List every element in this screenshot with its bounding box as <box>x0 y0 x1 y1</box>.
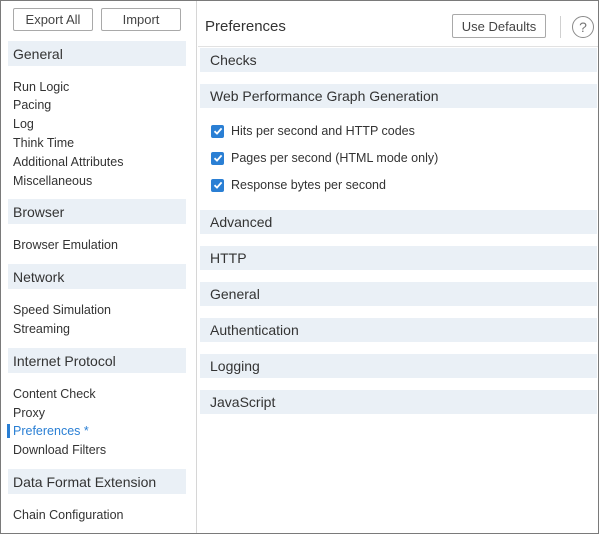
sidebar-section-general: General <box>8 41 186 66</box>
checkbox-checked-icon[interactable] <box>211 178 224 192</box>
use-defaults-button[interactable]: Use Defaults <box>452 14 546 38</box>
sidebar-item-download-filters[interactable]: Download Filters <box>13 443 106 457</box>
sidebar-item-run-logic[interactable]: Run Logic <box>13 80 69 94</box>
sidebar-item-additional-attributes[interactable]: Additional Attributes <box>13 155 124 169</box>
sidebar: Export All Import General Run Logic Paci… <box>1 1 197 533</box>
group-advanced[interactable]: Advanced <box>200 210 597 234</box>
group-general[interactable]: General <box>200 282 597 306</box>
group-checks[interactable]: Checks <box>200 48 597 72</box>
toolbar-divider <box>560 16 561 38</box>
sidebar-item-preferences[interactable]: Preferences * <box>13 424 89 438</box>
active-item-indicator <box>7 424 10 438</box>
preferences-window: Export All Import General Run Logic Paci… <box>0 0 599 534</box>
sidebar-item-browser-emulation[interactable]: Browser Emulation <box>13 238 118 252</box>
sidebar-item-miscellaneous[interactable]: Miscellaneous <box>13 174 92 188</box>
group-javascript[interactable]: JavaScript <box>200 390 597 414</box>
group-authentication[interactable]: Authentication <box>200 318 597 342</box>
import-button[interactable]: Import <box>101 8 181 31</box>
sidebar-item-pacing[interactable]: Pacing <box>13 98 51 112</box>
group-web-performance-graph-generation[interactable]: Web Performance Graph Generation <box>200 84 597 108</box>
sidebar-item-speed-simulation[interactable]: Speed Simulation <box>13 303 111 317</box>
page-title: Preferences <box>205 18 286 35</box>
main-panel: Preferences Use Defaults ? Checks Web Pe… <box>198 1 598 533</box>
sidebar-section-browser: Browser <box>8 199 186 224</box>
sidebar-item-proxy[interactable]: Proxy <box>13 406 45 420</box>
sidebar-item-think-time[interactable]: Think Time <box>13 136 74 150</box>
sidebar-item-log[interactable]: Log <box>13 117 34 131</box>
checkbox-response-bytes-per-second[interactable]: Response bytes per second <box>211 177 386 193</box>
sidebar-section-network: Network <box>8 264 186 289</box>
sidebar-section-internet-protocol: Internet Protocol <box>8 348 186 373</box>
sidebar-section-data-format-extension: Data Format Extension <box>8 469 186 494</box>
checkbox-pages-per-second[interactable]: Pages per second (HTML mode only) <box>211 150 438 166</box>
checkbox-checked-icon[interactable] <box>211 151 224 165</box>
checkbox-hits-per-second[interactable]: Hits per second and HTTP codes <box>211 123 415 139</box>
checkbox-checked-icon[interactable] <box>211 124 224 138</box>
group-http[interactable]: HTTP <box>200 246 597 270</box>
sidebar-item-chain-configuration[interactable]: Chain Configuration <box>13 508 124 522</box>
sidebar-item-content-check[interactable]: Content Check <box>13 387 96 401</box>
help-icon[interactable]: ? <box>572 16 594 38</box>
header-divider <box>198 46 598 47</box>
group-logging[interactable]: Logging <box>200 354 597 378</box>
export-all-button[interactable]: Export All <box>13 8 93 31</box>
checkbox-label: Response bytes per second <box>231 178 386 192</box>
sidebar-item-streaming[interactable]: Streaming <box>13 322 70 336</box>
checkbox-label: Hits per second and HTTP codes <box>231 124 415 138</box>
checkbox-label: Pages per second (HTML mode only) <box>231 151 439 165</box>
